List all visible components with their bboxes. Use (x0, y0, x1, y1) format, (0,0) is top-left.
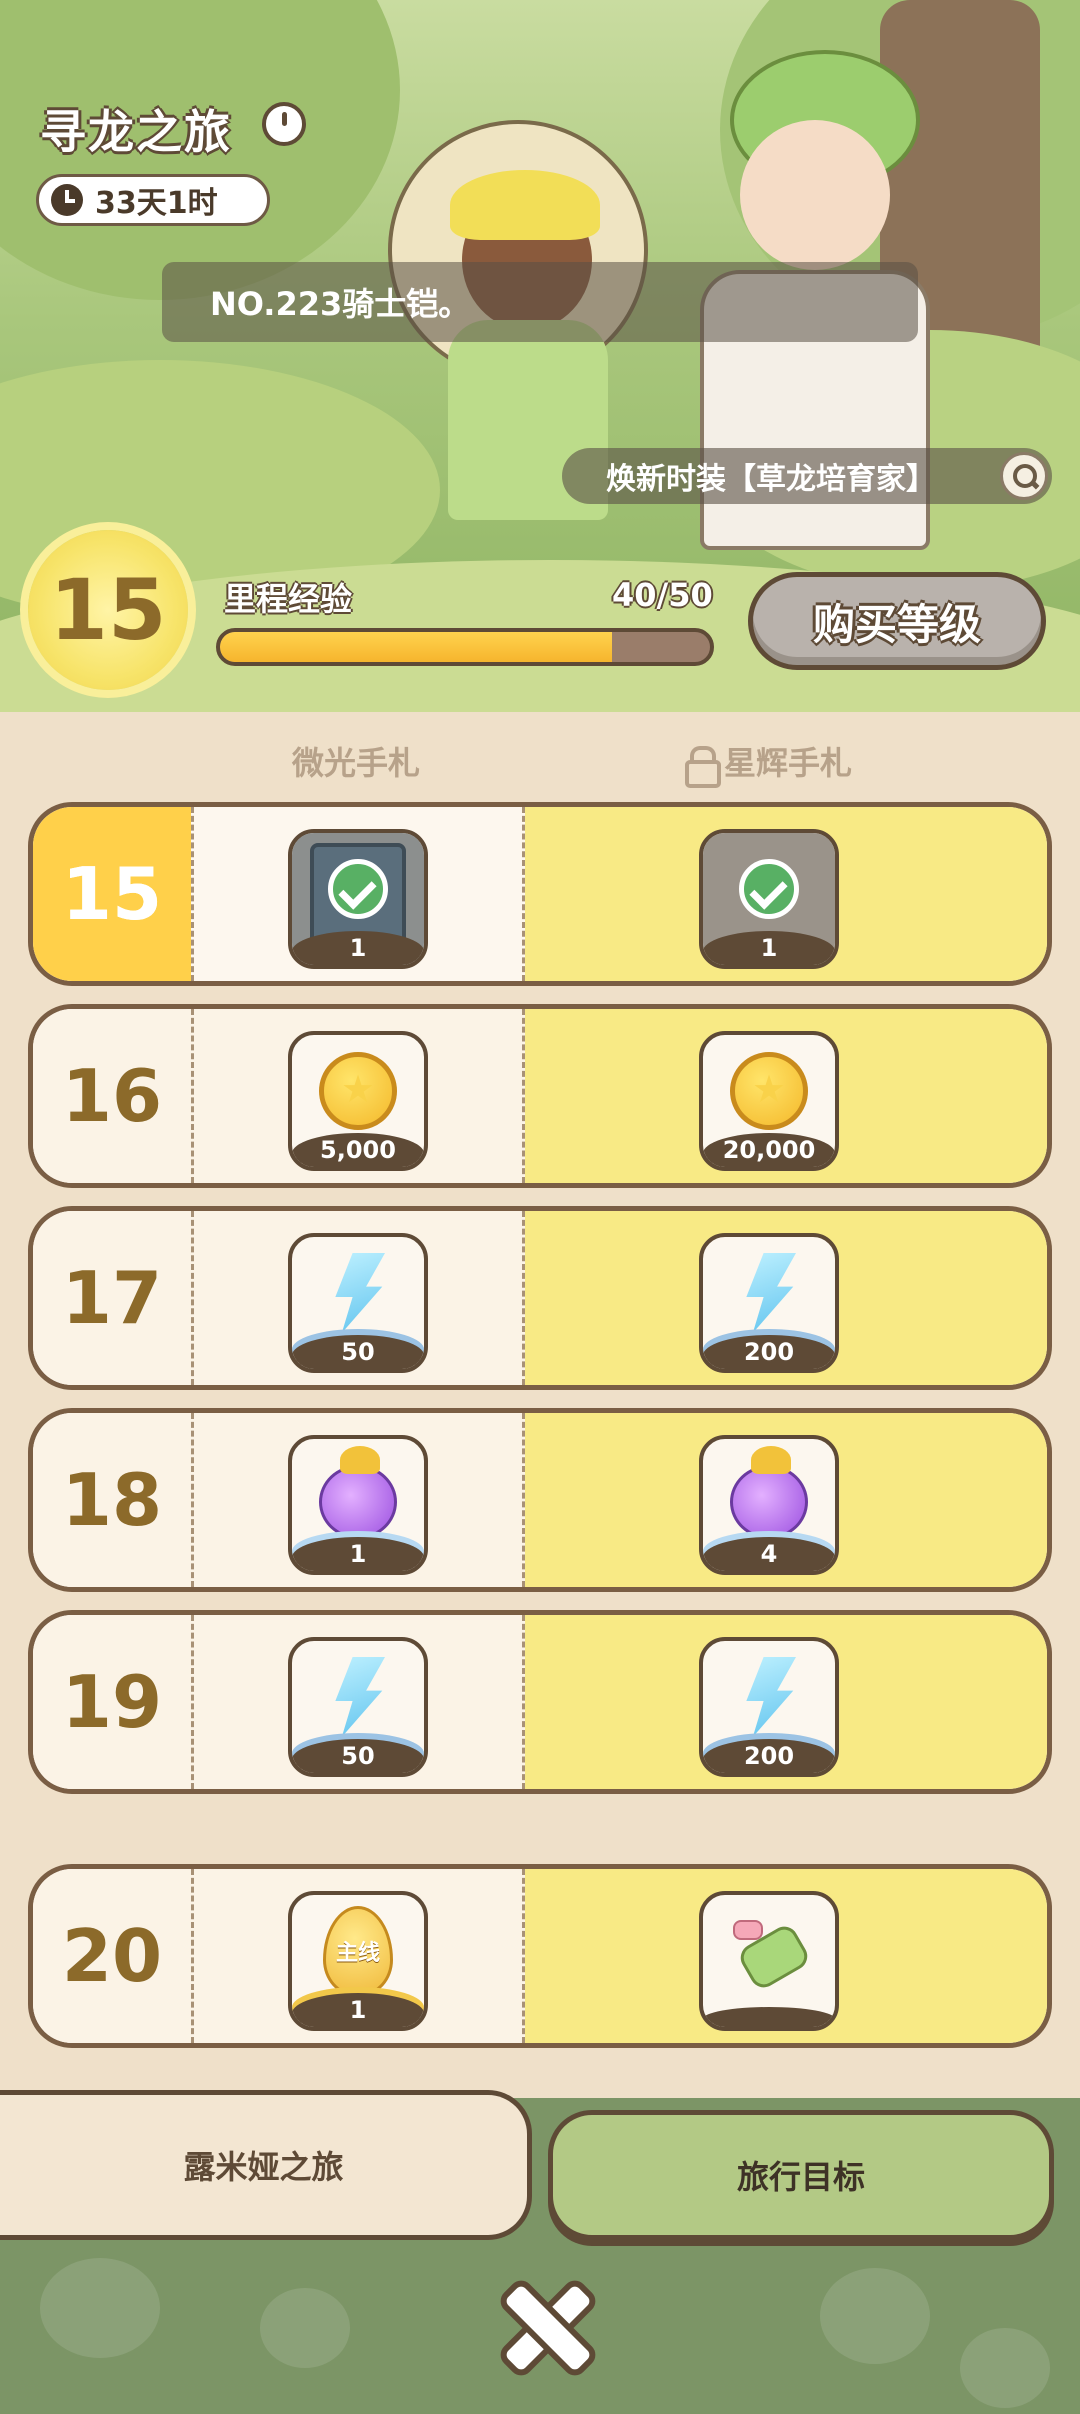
reward-qty: 1 (292, 1993, 424, 2027)
row-level: 20 (33, 1869, 191, 2043)
reward-qty: 1 (703, 931, 835, 965)
premium-reward-item[interactable]: 4 (699, 1435, 839, 1575)
reward-qty: 1 (292, 931, 424, 965)
row-level: 19 (33, 1615, 191, 1789)
announcement-ticker: NO.223骑士铠。 (162, 262, 918, 342)
free-reward-cell: 1 (191, 807, 525, 981)
buy-level-button[interactable]: 购买等级 (748, 572, 1046, 670)
lock-icon (684, 746, 721, 788)
energy-bolt-icon (734, 1253, 804, 1333)
row-level: 15 (33, 807, 191, 981)
reward-row: 15 1 1 (28, 802, 1052, 986)
coin-icon (730, 1052, 808, 1130)
reward-qty: 200 (703, 1335, 835, 1369)
coin-icon (319, 1052, 397, 1130)
level-badge: 15 (28, 530, 188, 690)
free-reward-item[interactable]: 50 (288, 1233, 428, 1373)
countdown-timer: 33天1时 (36, 174, 270, 226)
row-level: 18 (33, 1413, 191, 1587)
free-reward-item[interactable]: 1 (288, 829, 428, 969)
premium-track-header: 星辉手札 (684, 738, 853, 788)
exp-progress-fill (220, 632, 612, 662)
premium-reward-cell: 200 (525, 1211, 1047, 1385)
glove-icon (729, 1916, 809, 1986)
free-reward-cell: 50 (191, 1615, 525, 1789)
energy-bolt-icon (323, 1253, 393, 1333)
magnifier-icon[interactable] (1000, 452, 1048, 500)
timer-text: 33天1时 (95, 186, 218, 221)
info-icon[interactable] (262, 102, 306, 146)
reward-qty: 200 (703, 1739, 835, 1773)
free-reward-item[interactable]: 5,000 (288, 1031, 428, 1171)
character-boy-face (740, 120, 890, 270)
reward-qty: 5,000 (292, 1133, 424, 1167)
character-girl-hair (450, 170, 600, 240)
exp-label: 里程经验 (224, 580, 353, 618)
reward-row: 17 50 200 (28, 1206, 1052, 1390)
close-icon[interactable] (490, 2272, 590, 2372)
premium-reward-item[interactable] (699, 1891, 839, 2031)
free-reward-cell: 1 (191, 1413, 525, 1587)
current-level: 15 (49, 561, 167, 659)
premium-reward-cell: 4 (525, 1413, 1047, 1587)
page-title: 寻龙之旅 (40, 105, 232, 159)
free-reward-item[interactable]: 50 (288, 1637, 428, 1777)
reward-qty: 1 (292, 1537, 424, 1571)
paw-pattern (960, 2328, 1050, 2408)
egg-label: 主线 (335, 1941, 380, 1966)
free-reward-cell: 5,000 (191, 1009, 525, 1183)
star-fruit-icon (319, 1446, 397, 1539)
tab-travel[interactable]: 露米娅之旅 (0, 2090, 532, 2240)
premium-reward-item[interactable]: 200 (699, 1233, 839, 1373)
exp-value: 40/50 (612, 576, 713, 614)
outfit-preview-button[interactable]: 焕新时装【草龙培育家】 (562, 448, 1052, 504)
reward-row: 20 主线 1 (28, 1864, 1052, 2048)
premium-track-label: 星辉手札 (724, 744, 853, 782)
free-reward-cell: 50 (191, 1211, 525, 1385)
reward-qty: 50 (292, 1739, 424, 1773)
reward-row: 19 50 200 (28, 1610, 1052, 1794)
paw-pattern (260, 2288, 350, 2368)
row-level: 17 (33, 1211, 191, 1385)
reward-qty: 20,000 (703, 1133, 835, 1167)
row-level: 16 (33, 1009, 191, 1183)
emblem-check-icon (739, 859, 799, 919)
outfit-label: 焕新时装【草龙培育家】 (606, 462, 936, 497)
free-reward-item[interactable]: 1 (288, 1435, 428, 1575)
premium-reward-item[interactable]: 1 (699, 829, 839, 969)
paw-pattern (40, 2258, 160, 2358)
energy-bolt-icon (734, 1657, 804, 1737)
premium-reward-item[interactable]: 200 (699, 1637, 839, 1777)
free-track-header: 微光手札 (292, 744, 421, 782)
free-reward-item[interactable]: 主线 1 (288, 1891, 428, 2031)
premium-reward-item[interactable]: 20,000 (699, 1031, 839, 1171)
reward-qty (703, 2007, 835, 2027)
premium-reward-cell: 1 (525, 807, 1047, 981)
premium-reward-cell: 20,000 (525, 1009, 1047, 1183)
main-egg-icon: 主线 (323, 1906, 393, 1996)
reward-qty: 4 (703, 1537, 835, 1571)
premium-reward-cell: 200 (525, 1615, 1047, 1789)
exp-progress-bar (216, 628, 714, 666)
energy-bolt-icon (323, 1657, 393, 1737)
star-fruit-icon (730, 1446, 808, 1539)
free-reward-cell: 主线 1 (191, 1869, 525, 2043)
clock-icon (51, 184, 83, 216)
reward-row: 18 1 4 (28, 1408, 1052, 1592)
paw-pattern (820, 2268, 930, 2364)
premium-reward-cell (525, 1869, 1047, 2043)
reward-row: 16 5,000 20,000 (28, 1004, 1052, 1188)
tab-travel-goal[interactable]: 旅行目标 (548, 2110, 1054, 2240)
card-check-icon (328, 859, 388, 919)
reward-qty: 50 (292, 1335, 424, 1369)
